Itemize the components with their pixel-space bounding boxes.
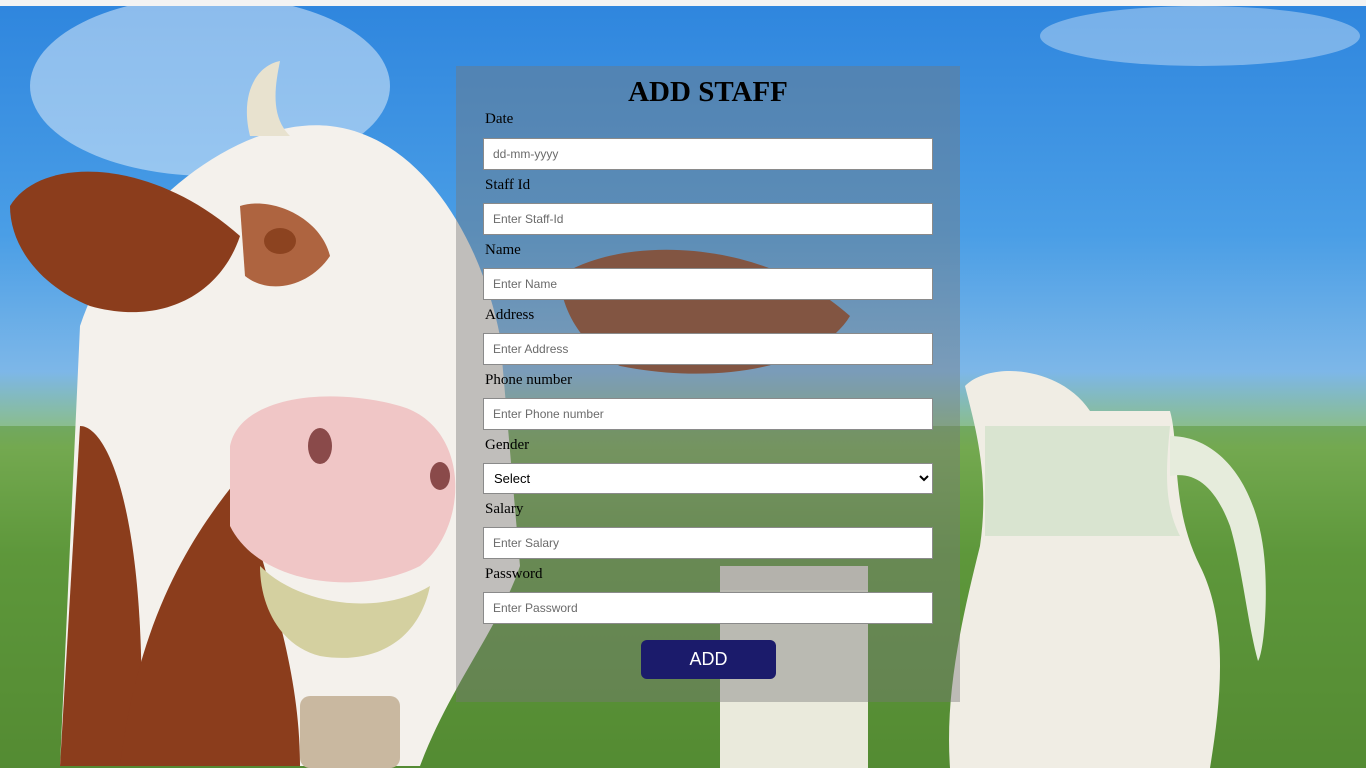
staff-id-field[interactable] [483,203,933,235]
password-field[interactable] [483,592,933,624]
salary-label: Salary [485,501,524,517]
password-label: Password [485,566,543,582]
add-staff-form-panel: ADD STAFF Date Staff Id Name Address Pho… [456,66,960,702]
name-field[interactable] [483,268,933,300]
date-label: Date [485,111,514,127]
gender-select[interactable]: Select [483,463,933,494]
name-label: Name [485,242,521,258]
phone-number-field[interactable] [483,398,933,430]
form-title: ADD STAFF [628,76,788,108]
salary-field[interactable] [483,527,933,559]
add-button[interactable]: ADD [641,640,776,679]
gender-label: Gender [485,437,530,453]
date-field[interactable] [483,138,933,170]
address-label: Address [485,307,535,323]
address-field[interactable] [483,333,933,365]
staff-id-label: Staff Id [485,177,531,193]
phone-number-label: Phone number [485,372,573,388]
